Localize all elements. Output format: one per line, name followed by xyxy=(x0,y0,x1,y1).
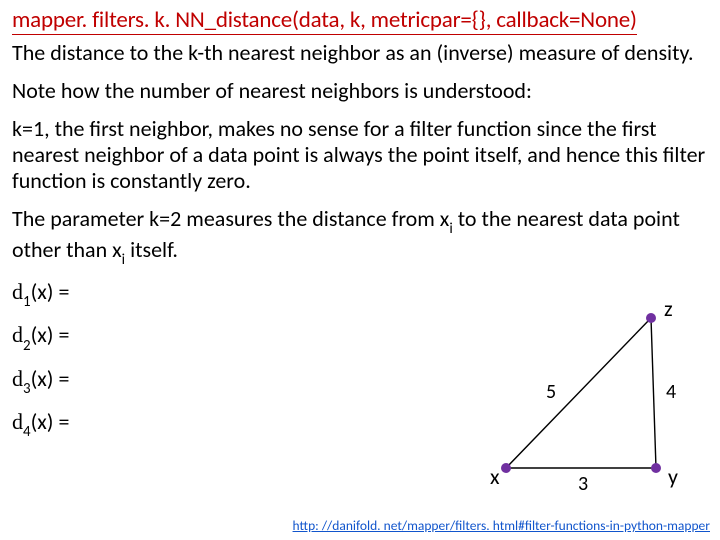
slide: mapper. filters. k. NN_distance(data, k,… xyxy=(0,0,720,540)
vertex-z-label: z xyxy=(664,295,673,322)
signature-line: mapper. filters. k. NN_distance(data, k,… xyxy=(12,6,708,34)
delta-sub: 3 xyxy=(23,380,31,398)
source-link[interactable]: http: //danifold. net/mapper/filters. ht… xyxy=(293,517,710,534)
delta-char: d xyxy=(12,279,23,304)
vertex-x-label: x xyxy=(490,463,500,490)
delta-sub: 2 xyxy=(23,337,31,355)
edge-xy-label: 3 xyxy=(578,472,588,496)
edge-zy xyxy=(651,318,656,468)
triangle-diagram: x y z 5 4 3 xyxy=(446,298,706,478)
footer-link-container: http: //danifold. net/mapper/filters. ht… xyxy=(293,517,710,534)
vertex-z-dot xyxy=(646,313,656,323)
delta-tail: (x) = xyxy=(31,408,70,435)
paragraph-k1: k=1, the first neighbor, makes no sense … xyxy=(12,116,708,194)
vertex-x-dot xyxy=(501,463,511,473)
delta-sub: 1 xyxy=(23,293,31,311)
vertex-y-dot xyxy=(651,463,661,473)
paragraph-k2: The parameter k=2 measures the distance … xyxy=(12,206,708,268)
triangle-svg: x y z 5 4 3 xyxy=(446,298,706,498)
delta-sub: 4 xyxy=(23,423,31,441)
delta-tail: (x) = xyxy=(31,321,70,348)
paragraph-density: The distance to the k-th nearest neighbo… xyxy=(12,40,708,66)
edge-zy-label: 4 xyxy=(666,380,676,404)
p4-sub-1: i xyxy=(449,220,452,238)
paragraph-note: Note how the number of nearest neighbors… xyxy=(12,78,708,104)
p4-sub-2: i xyxy=(122,251,125,269)
edge-xz-label: 5 xyxy=(546,380,556,404)
delta-tail: (x) = xyxy=(31,278,70,305)
p4-part-a: The parameter k=2 measures the distance … xyxy=(12,205,449,232)
edge-xz xyxy=(506,318,651,468)
vertex-y-label: y xyxy=(668,463,678,490)
delta-tail: (x) = xyxy=(31,365,70,392)
delta-char: d xyxy=(12,366,23,391)
delta-char: d xyxy=(12,322,23,347)
signature-text: mapper. filters. k. NN_distance(data, k,… xyxy=(12,6,637,35)
delta-char: d xyxy=(12,409,23,434)
p4-part-c: itself. xyxy=(125,236,178,263)
